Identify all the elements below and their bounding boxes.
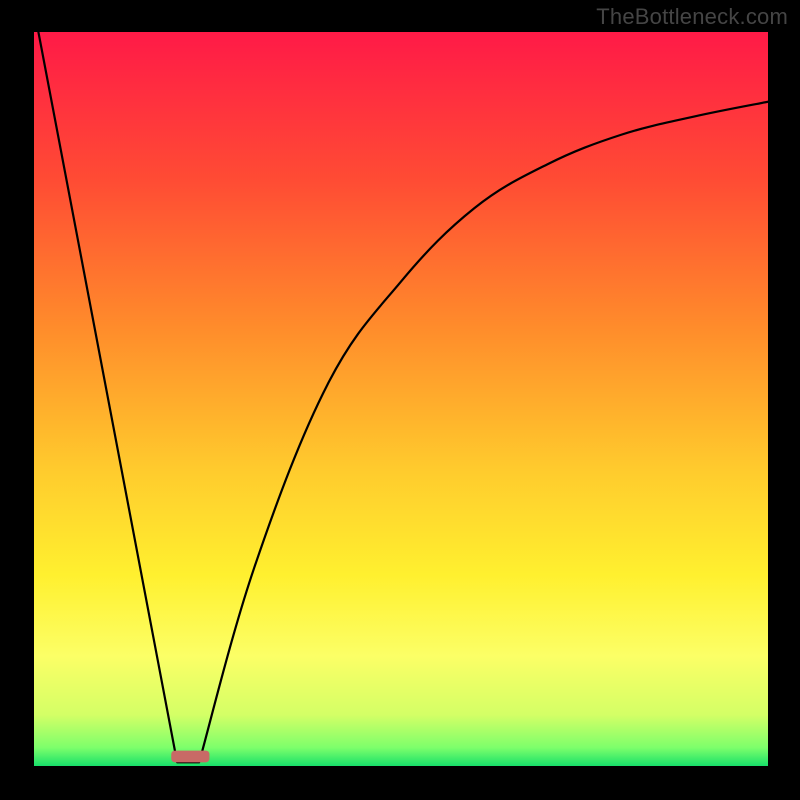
watermark-text: TheBottleneck.com	[596, 4, 788, 30]
optimal-marker	[171, 751, 209, 763]
chart-frame: TheBottleneck.com	[0, 0, 800, 800]
bottleneck-curve	[38, 32, 768, 762]
plot-area	[34, 32, 768, 766]
curve-layer	[34, 32, 768, 766]
